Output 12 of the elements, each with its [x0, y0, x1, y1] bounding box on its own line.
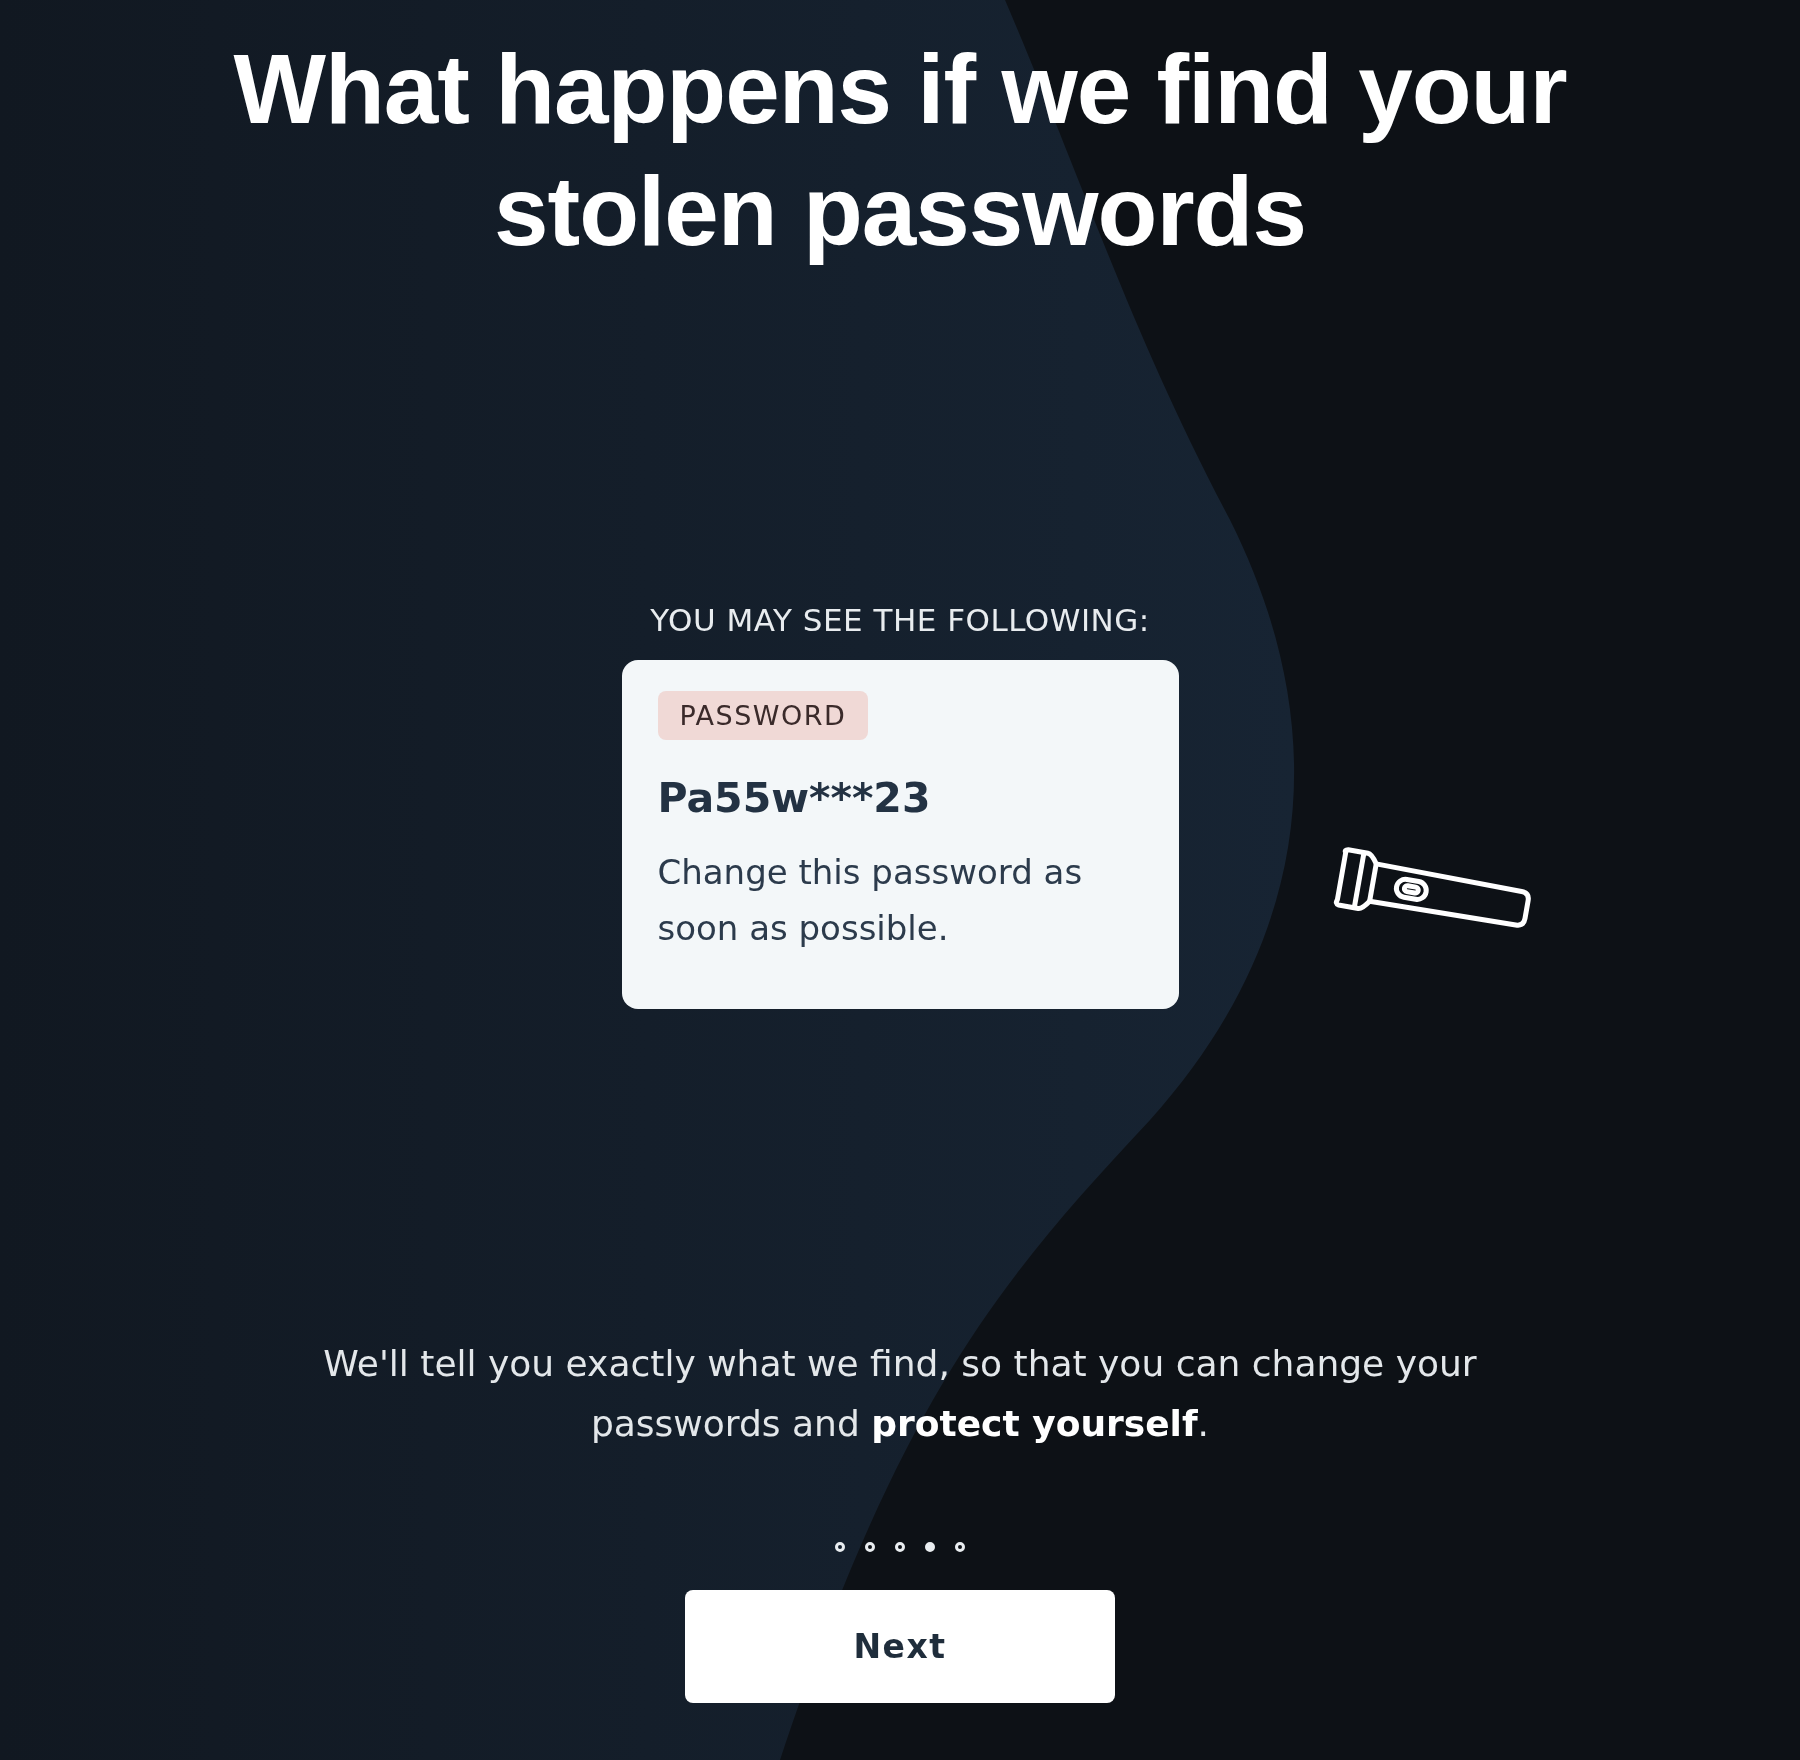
description-text: We'll tell you exactly what we find, so that you can change your passwords and protect yourself.	[322, 1342, 1478, 1446]
password-tag: PASSWORD	[657, 691, 869, 740]
page-title: What happens if we find your stolen passwords	[232, 33, 1568, 268]
pager-dot[interactable]	[835, 1542, 845, 1552]
pager-dot[interactable]	[865, 1542, 875, 1552]
pager-dot[interactable]	[925, 1542, 935, 1552]
next-button[interactable]: Next	[685, 1590, 1115, 1703]
masked-password: Pa55w***23	[657, 774, 931, 822]
pager-dot[interactable]	[955, 1542, 965, 1552]
pager-dot[interactable]	[895, 1542, 905, 1552]
example-heading: YOU MAY SEE THE FOLLOWING:	[650, 602, 1150, 638]
advice-text: Change this password as soon as possible.	[657, 851, 1084, 950]
